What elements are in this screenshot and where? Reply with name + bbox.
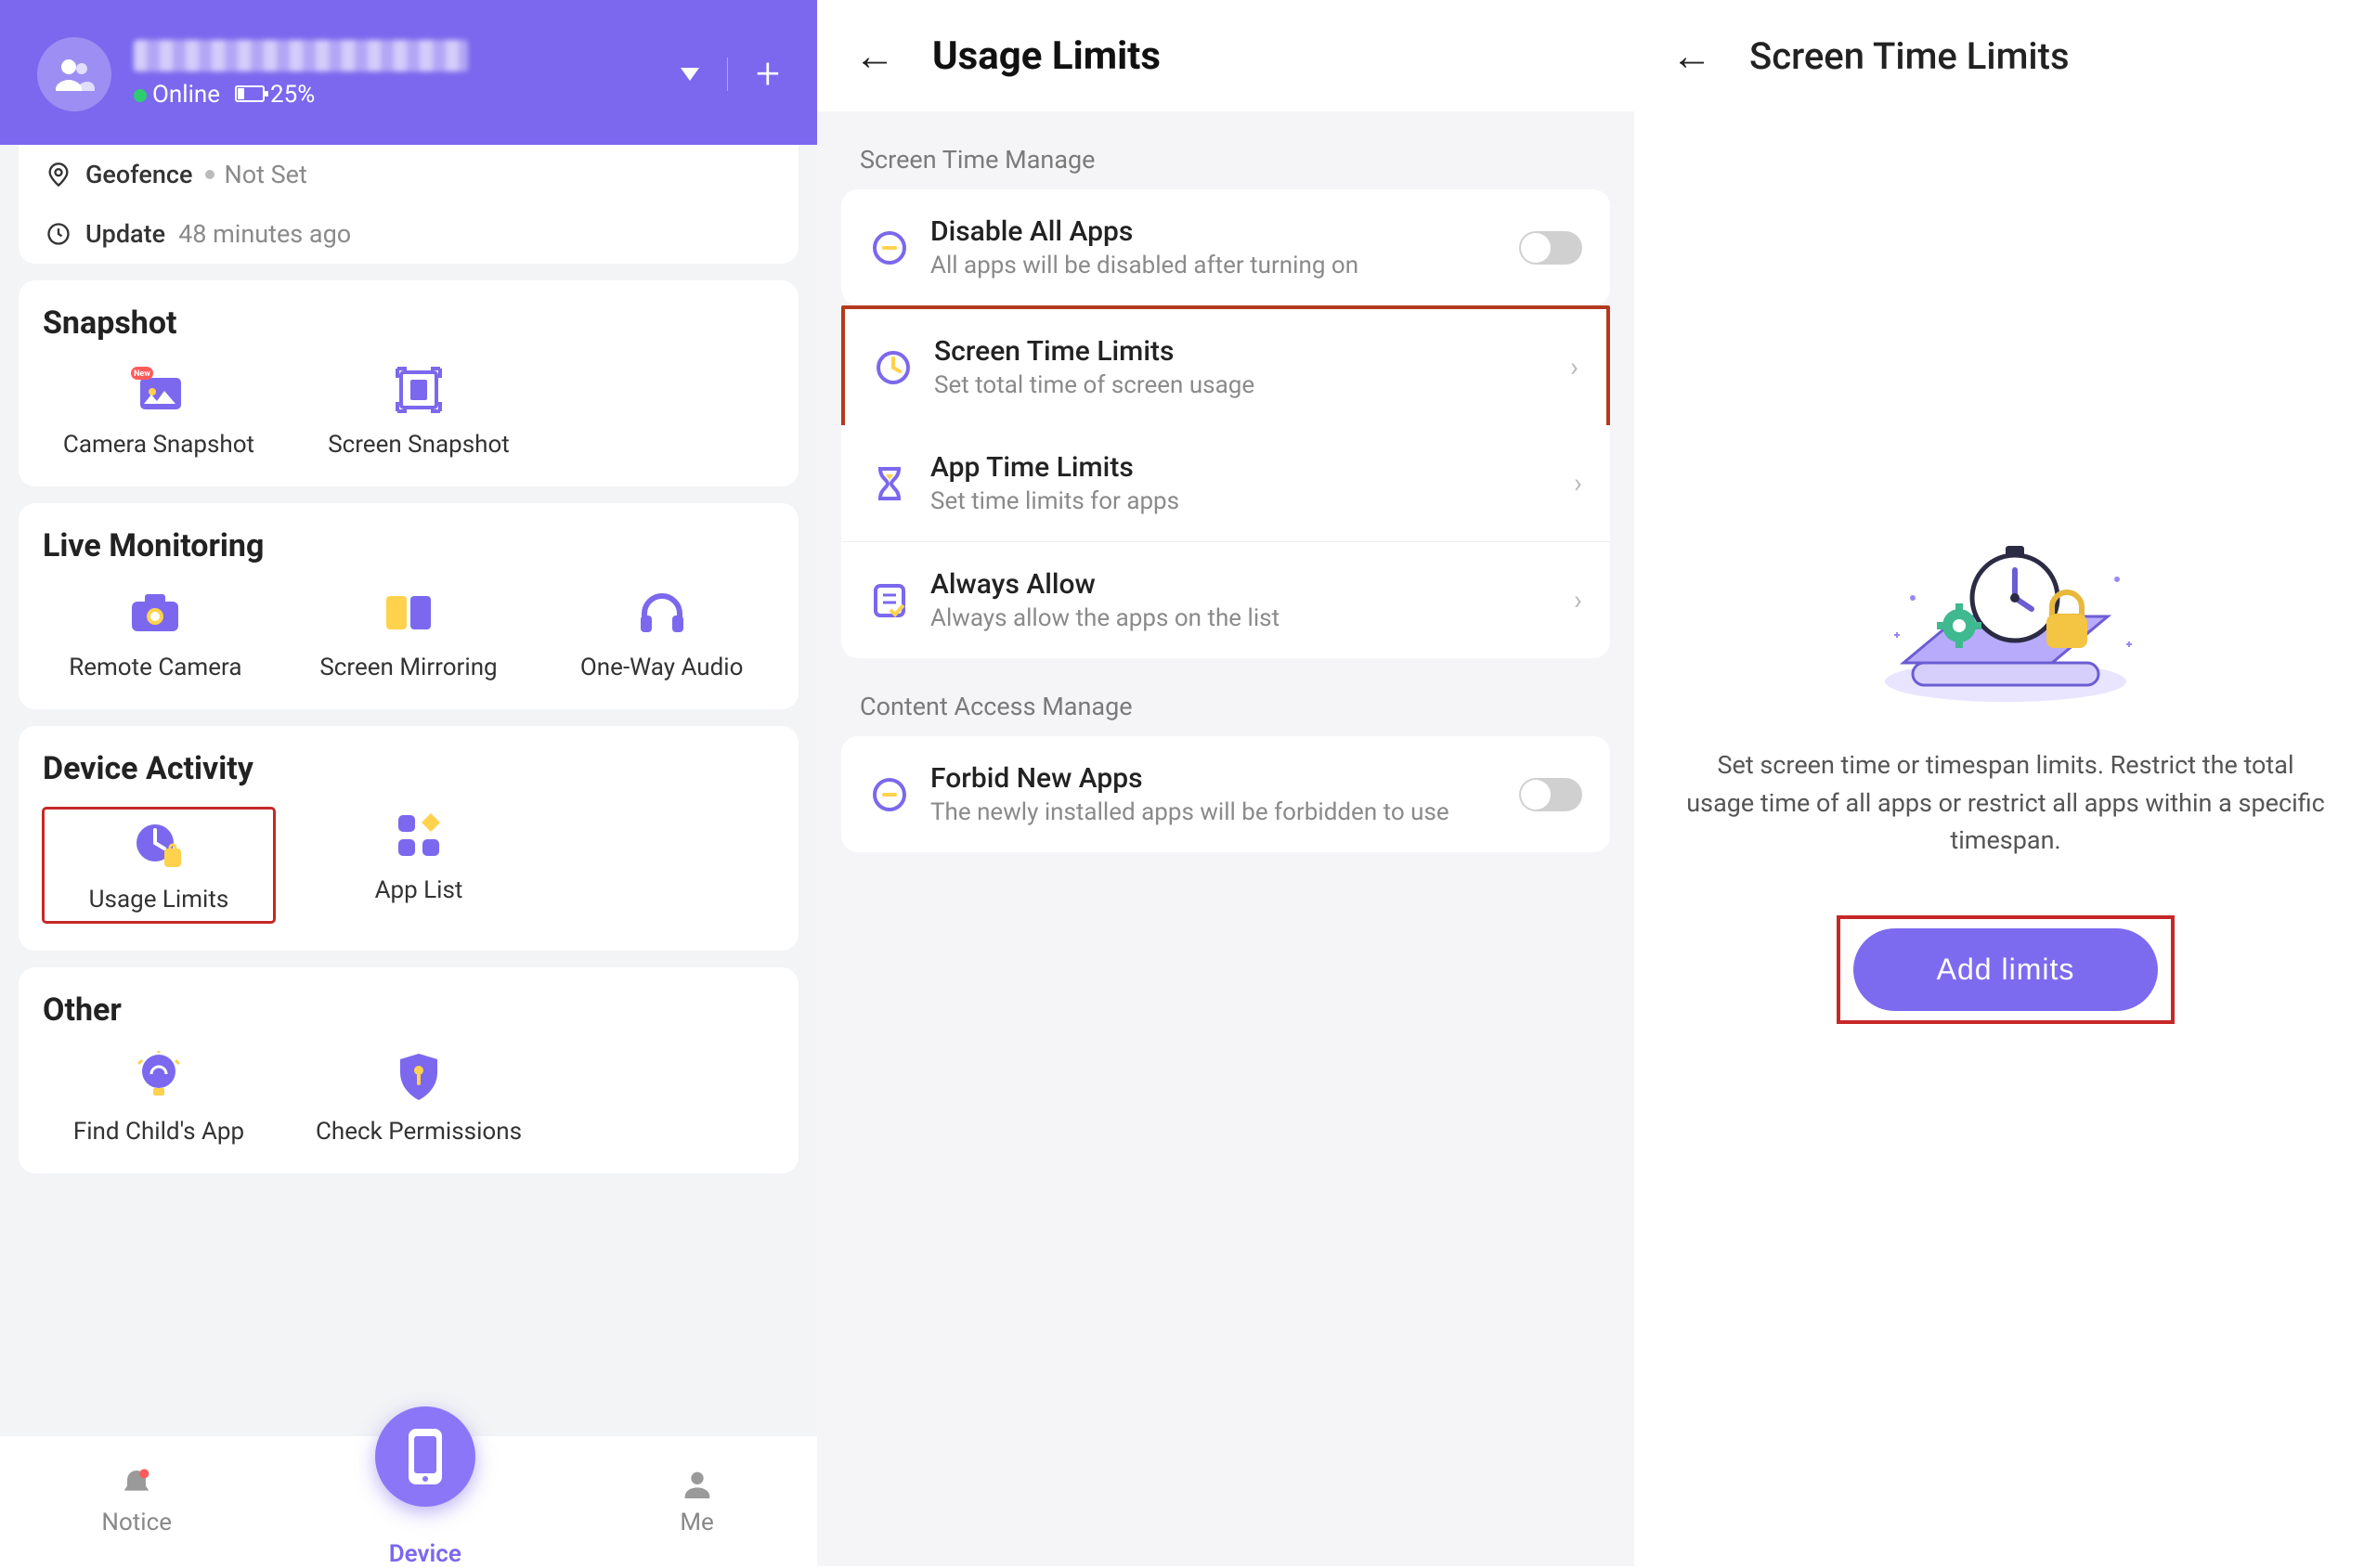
section-screen-time-manage: Screen Time Manage: [817, 111, 1634, 189]
shield-icon: [391, 1049, 447, 1105]
usage-limits-tile[interactable]: Usage Limits: [43, 808, 275, 923]
back-icon[interactable]: ←: [1671, 32, 1712, 80]
other-section: Other Find Child's App Check Permissions: [19, 967, 799, 1173]
usage-limits-icon: [131, 817, 187, 873]
screen-time-group: Disable All Apps All apps will be disabl…: [841, 189, 1610, 305]
find-childs-app-tile[interactable]: Find Child's App: [43, 1049, 275, 1146]
device-fab-icon: [375, 1406, 475, 1507]
geofence-row[interactable]: Geofence Not Set: [19, 145, 799, 204]
app-list-tile[interactable]: App List: [303, 808, 535, 923]
update-value: 48 minutes ago: [178, 219, 351, 249]
usage-limits-panel: ← Usage Limits Screen Time Manage Disabl…: [817, 0, 1634, 1566]
usage-limits-topbar: ← Usage Limits: [817, 0, 1634, 111]
device-activity-section: Device Activity Usage Limits App List: [19, 726, 799, 951]
content-access-group: Forbid New Apps The newly installed apps…: [841, 736, 1610, 852]
one-way-audio-tile[interactable]: One-Way Audio: [549, 585, 774, 681]
forbid-toggle[interactable]: [1519, 778, 1582, 811]
clock-icon: [45, 220, 72, 248]
always-allow-row[interactable]: Always Allow Always allow the apps on th…: [841, 542, 1610, 658]
screen-time-limits-row[interactable]: Screen Time Limits Set total time of scr…: [845, 309, 1606, 425]
add-device-icon[interactable]: +: [756, 53, 780, 96]
chevron-right-icon: ›: [1574, 467, 1582, 499]
screen-time-description: Set screen time or timespan limits. Rest…: [1681, 746, 2331, 860]
remote-camera-icon: [127, 585, 183, 641]
headphones-icon: [634, 585, 690, 641]
chevron-right-icon: ›: [1574, 584, 1582, 616]
snapshot-title: Snapshot: [43, 305, 774, 342]
live-title: Live Monitoring: [43, 527, 774, 564]
online-status: Online: [134, 81, 220, 109]
screen-time-limits-panel: ← Screen Time Limits: [1634, 0, 2377, 1566]
chevron-right-icon: ›: [1570, 351, 1578, 383]
other-title: Other: [43, 991, 774, 1029]
camera-snapshot-icon: New: [131, 362, 187, 418]
screen-mirroring-icon: [381, 585, 436, 641]
forbid-icon: [869, 774, 910, 815]
hourglass-icon: [869, 463, 910, 504]
activity-title: Device Activity: [43, 750, 774, 787]
add-limits-highlight: Add limits: [1837, 915, 2176, 1024]
update-row[interactable]: Update 48 minutes ago: [19, 204, 799, 264]
screen-time-topbar: ← Screen Time Limits: [1634, 0, 2377, 111]
avatar[interactable]: [37, 37, 111, 111]
stopwatch-illustration: [1857, 524, 2154, 709]
device-header: Online 25% +: [0, 0, 817, 145]
screen-snapshot-icon: [391, 362, 447, 418]
add-limits-button[interactable]: Add limits: [1853, 928, 2159, 1011]
geofence-label: Geofence: [85, 160, 192, 189]
update-label: Update: [85, 219, 165, 249]
check-permissions-tile[interactable]: Check Permissions: [303, 1049, 535, 1146]
svg-text:New: New: [134, 369, 150, 379]
device-panel: Online 25% + Geofence Not Set Updat: [0, 0, 817, 1566]
lightbulb-icon: [131, 1049, 187, 1105]
nav-device[interactable]: Device: [375, 1434, 475, 1568]
camera-snapshot-tile[interactable]: New Camera Snapshot: [43, 362, 275, 459]
screen-mirroring-tile[interactable]: Screen Mirroring: [296, 585, 522, 681]
back-icon[interactable]: ←: [854, 32, 895, 80]
usage-limits-title: Usage Limits: [932, 33, 1161, 79]
nav-me[interactable]: Me: [679, 1466, 716, 1536]
clock-icon: [873, 347, 914, 388]
screen-time-title: Screen Time Limits: [1749, 34, 2070, 78]
geofence-icon: [45, 161, 72, 188]
section-content-access-manage: Content Access Manage: [817, 658, 1634, 736]
divider: [727, 58, 728, 91]
list-check-icon: [869, 580, 910, 621]
geofence-value: Not Set: [224, 160, 306, 189]
screen-time-limits-highlight: Screen Time Limits Set total time of scr…: [841, 305, 1610, 429]
bottom-nav: Notice Device Me: [0, 1436, 817, 1566]
disable-toggle[interactable]: [1519, 231, 1582, 265]
remote-camera-tile[interactable]: Remote Camera: [43, 585, 268, 681]
app-time-limits-row[interactable]: App Time Limits Set time limits for apps…: [841, 425, 1610, 542]
live-monitoring-section: Live Monitoring Remote Camera Screen Mir…: [19, 503, 799, 709]
forbid-new-apps-row[interactable]: Forbid New Apps The newly installed apps…: [841, 736, 1610, 852]
device-dropdown-icon[interactable]: [681, 68, 699, 81]
screen-snapshot-tile[interactable]: Screen Snapshot: [303, 362, 535, 459]
snapshot-section: Snapshot New Camera Snapshot Screen Snap…: [19, 280, 799, 486]
nav-notice[interactable]: Notice: [101, 1466, 172, 1536]
app-list-icon: [391, 808, 447, 863]
device-name-redacted: [134, 40, 468, 71]
disable-icon: [869, 227, 910, 268]
disable-all-apps-row[interactable]: Disable All Apps All apps will be disabl…: [841, 189, 1610, 305]
screen-time-group-2: App Time Limits Set time limits for apps…: [841, 425, 1610, 658]
battery-status: 25%: [235, 81, 315, 109]
